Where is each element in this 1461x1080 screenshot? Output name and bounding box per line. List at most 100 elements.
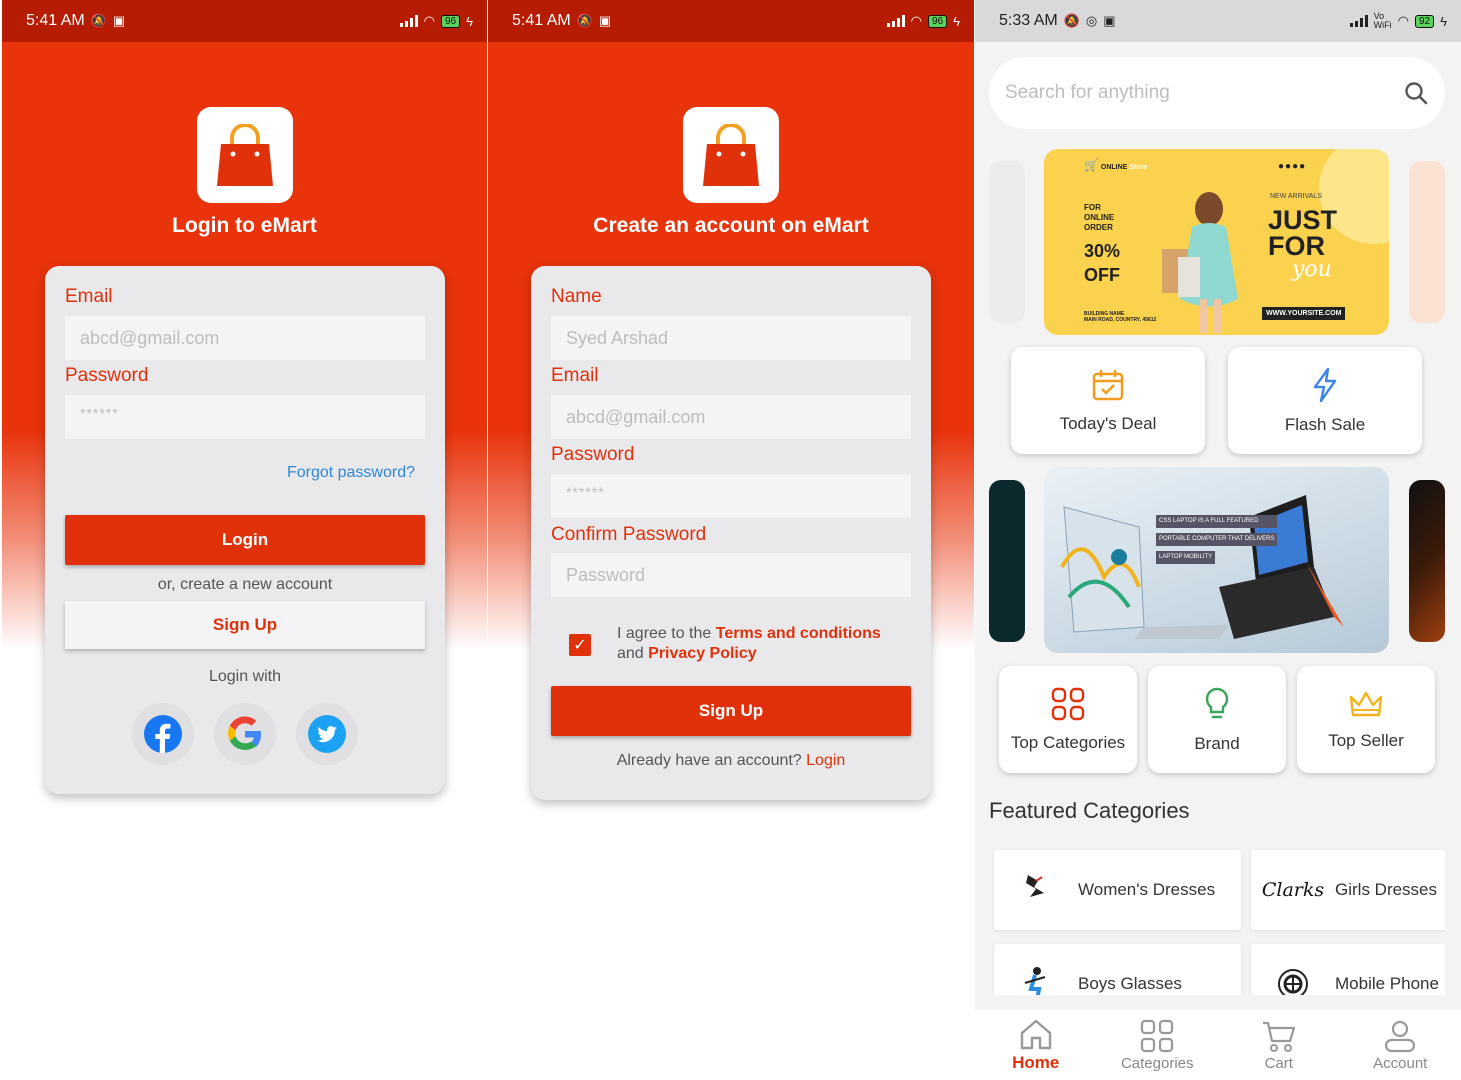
carousel-prev-banner[interactable]: [989, 480, 1025, 642]
top-seller-tile[interactable]: Top Seller: [1297, 666, 1435, 773]
app-logo: [683, 107, 779, 203]
confirm-password-label: Confirm Password: [551, 524, 707, 545]
laptop-promo-text: CSS LAPTOP IS A FULL FEATURED PORTABLE C…: [1156, 515, 1278, 564]
password-label: Password: [551, 444, 635, 465]
login-link[interactable]: Login: [806, 752, 845, 769]
motorcycle-logo: [1251, 967, 1335, 995]
tile-label: Flash Sale: [1284, 414, 1366, 434]
status-time: 5:41 AM: [512, 12, 571, 29]
account-icon: [1385, 1020, 1416, 1052]
promo-banner-laptop[interactable]: CSS LAPTOP IS A FULL FEATURED PORTABLE C…: [1044, 467, 1389, 653]
confirm-password-field[interactable]: Password: [551, 553, 911, 597]
carousel-prev-banner[interactable]: [989, 161, 1025, 323]
lightbulb-icon: [1205, 687, 1229, 718]
promo-line-2: PORTABLE COMPUTER THAT DELIVERS: [1156, 533, 1278, 546]
login-button[interactable]: Login: [65, 515, 425, 565]
twitter-button[interactable]: [296, 703, 358, 765]
cart-logo-icon: 🛒: [1084, 158, 1099, 172]
notification-icon: ▣: [1103, 13, 1116, 28]
google-icon: [228, 716, 261, 750]
tile-label: Today's Deal: [1059, 413, 1157, 433]
store-name: ONLINE: [1100, 164, 1128, 171]
flash-sale-tile[interactable]: Flash Sale: [1228, 347, 1422, 454]
search-input[interactable]: Search for anything: [1005, 82, 1403, 104]
todays-deal-tile[interactable]: Today's Deal: [1011, 347, 1205, 454]
clarks-logo: Clarks: [1261, 879, 1325, 901]
featured-item[interactable]: Boys Glasses: [994, 944, 1241, 995]
boys-glasses-logo: [994, 965, 1078, 995]
nav-cart[interactable]: Cart: [1218, 1010, 1340, 1080]
featured-label: Mobile Phone: [1335, 974, 1439, 993]
headline-text: JUST FOR: [1268, 207, 1337, 260]
have-account-text: Already have an account? Login: [531, 752, 931, 770]
nav-categories[interactable]: Categories: [1097, 1010, 1219, 1080]
tile-label: Top Seller: [1328, 730, 1404, 750]
app-logo: [197, 107, 293, 203]
twitter-icon: [308, 715, 346, 753]
new-arrivals-text: NEW ARRIVALS: [1270, 193, 1322, 200]
signup-button[interactable]: Sign Up: [65, 601, 425, 649]
featured-label: Girls Dresses: [1335, 880, 1438, 899]
featured-label: Boys Glasses: [1078, 974, 1182, 993]
signal-icon: [886, 15, 905, 27]
wifi-icon: ◠: [910, 13, 922, 28]
facebook-button[interactable]: [132, 703, 194, 765]
promo-line-3: LAPTOP MOBILITY: [1156, 551, 1216, 564]
shopping-bag-icon: [703, 124, 759, 186]
google-button[interactable]: [214, 703, 276, 765]
crown-icon: [1349, 691, 1383, 716]
nav-home[interactable]: Home: [975, 1010, 1097, 1080]
email-field[interactable]: abcd@gmail.com: [65, 316, 425, 360]
signup-button[interactable]: Sign Up: [551, 686, 911, 736]
status-bar: 5:41 AM 🔕 ▣ ◠ 96 ϟ: [2, 0, 487, 42]
or-create-text: or, create a new account: [157, 576, 333, 593]
mute-icon: 🔕: [576, 13, 593, 28]
categories-icon: [1141, 1019, 1174, 1052]
battery-icon: 92: [1414, 14, 1435, 28]
featured-item[interactable]: Clarks Girls Dresses: [1251, 850, 1445, 930]
brand-tile[interactable]: Brand: [1148, 666, 1286, 773]
charging-icon: ϟ: [1440, 13, 1447, 29]
privacy-link[interactable]: Privacy Policy: [648, 645, 757, 662]
bottom-navigation: Home Categories Cart Account: [975, 1010, 1461, 1080]
carousel-next-banner[interactable]: [1409, 480, 1445, 642]
name-field[interactable]: Syed Arshad: [551, 316, 911, 360]
wifi-icon: ◠: [423, 13, 435, 28]
discount-text: 30%: [1084, 241, 1121, 261]
grid-icon: [1051, 687, 1085, 720]
terms-text: I agree to the Terms and conditions and …: [617, 624, 917, 664]
email-label: Email: [65, 286, 113, 307]
fashion-logo: [994, 871, 1078, 909]
agree-prefix: I agree to the: [617, 625, 712, 642]
top-categories-tile[interactable]: Top Categories: [999, 666, 1137, 773]
terms-checkbox[interactable]: ✓: [569, 634, 591, 656]
forgot-password-link[interactable]: Forgot password?: [287, 464, 415, 482]
wifi-icon: ◠: [1397, 13, 1409, 28]
terms-link[interactable]: Terms and conditions: [716, 625, 881, 642]
status-bar: 5:41 AM 🔕 ▣ ◠ 96 ϟ: [488, 0, 974, 42]
surfer-logo-icon: [1024, 967, 1046, 995]
motorcycle-club-logo-icon: [1278, 969, 1308, 995]
mute-icon: 🔕: [1063, 13, 1080, 28]
status-time: 5:41 AM: [26, 12, 85, 29]
email-field[interactable]: abcd@gmail.com: [551, 395, 911, 439]
search-icon[interactable]: [1403, 80, 1429, 106]
store-logo: 🛒 ONLINE Store: [1084, 158, 1147, 172]
search-bar[interactable]: Search for anything: [989, 57, 1445, 129]
featured-item[interactable]: Women's Dresses: [994, 850, 1241, 930]
cart-icon: [1262, 1021, 1295, 1052]
notification-icon: ▣: [598, 13, 612, 28]
have-account-label: Already have an account?: [616, 752, 802, 769]
nav-account[interactable]: Account: [1340, 1010, 1461, 1080]
password-field[interactable]: ******: [65, 395, 425, 439]
lightning-icon: [1313, 367, 1337, 402]
carousel-next-banner[interactable]: [1409, 161, 1445, 323]
shopping-bag-icon: [217, 124, 273, 186]
password-field[interactable]: ******: [551, 474, 911, 518]
name-label: Name: [551, 286, 602, 307]
tile-label: Top Categories: [1010, 732, 1126, 752]
featured-item[interactable]: Mobile Phone: [1251, 944, 1445, 995]
promo-banner-fashion[interactable]: 🛒 ONLINE Store FOR ONLINE ORDER 30% OFF …: [1044, 149, 1389, 335]
battery-icon: 96: [927, 14, 948, 28]
dots-indicator: ●●●●: [1278, 161, 1307, 172]
